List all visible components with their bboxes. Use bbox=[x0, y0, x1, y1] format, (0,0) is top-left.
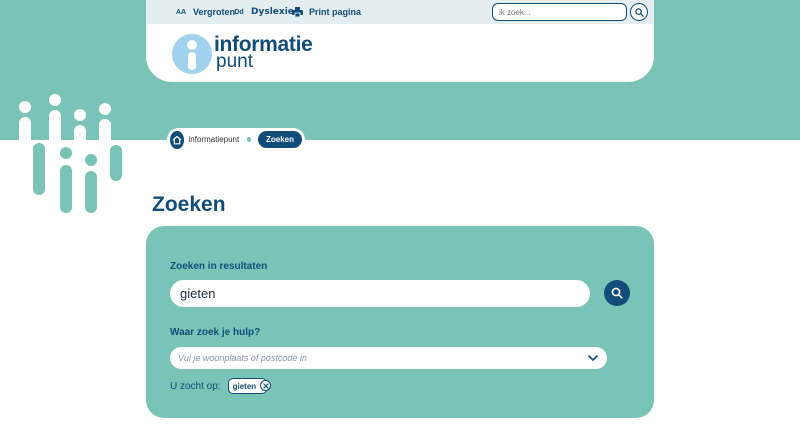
logo-i-dot bbox=[187, 40, 197, 50]
text-size-icon: AA bbox=[175, 8, 187, 16]
enlarge-label: Vergroten bbox=[193, 7, 236, 17]
deco-dot bbox=[85, 154, 97, 166]
print-label: Print pagina bbox=[309, 7, 362, 17]
accessibility-toolbar: AA Vergroten Dd Dyslexie Print pagina bbox=[146, 0, 654, 24]
location-placeholder: Vul je woonplaats of postcode in bbox=[178, 353, 307, 363]
deco-dot bbox=[99, 103, 111, 115]
deco-bar bbox=[110, 145, 122, 181]
dyslexia-label: Dyslexie bbox=[251, 7, 294, 17]
breadcrumb-home-button[interactable] bbox=[170, 130, 184, 149]
home-icon bbox=[172, 135, 182, 144]
search-panel: Zoeken in resultaten Waar zoek je hulp? … bbox=[146, 226, 654, 418]
deco-bar bbox=[74, 125, 86, 155]
breadcrumb-link-home[interactable]: informatiepunt bbox=[189, 135, 240, 144]
logo-mark bbox=[172, 34, 212, 74]
location-select[interactable]: Vul je woonplaats of postcode in bbox=[170, 347, 607, 369]
print-button[interactable]: Print pagina bbox=[290, 4, 361, 20]
logo-i-bar bbox=[188, 52, 196, 70]
search-icon bbox=[611, 287, 623, 299]
deco-dot bbox=[74, 109, 86, 121]
remove-chip-button[interactable] bbox=[260, 380, 272, 391]
breadcrumb-separator bbox=[247, 137, 251, 142]
printer-icon bbox=[290, 5, 304, 19]
page-title: Zoeken bbox=[152, 193, 226, 216]
deco-bar bbox=[49, 110, 61, 148]
logo-text-punt: punt bbox=[216, 51, 253, 72]
deco-dot bbox=[49, 94, 61, 106]
deco-dot bbox=[60, 147, 72, 159]
deco-dot bbox=[33, 125, 45, 137]
site-search-input[interactable] bbox=[492, 3, 627, 21]
dyslexia-icon: Dd bbox=[234, 8, 244, 16]
location-label: Waar zoek je hulp? bbox=[170, 327, 261, 338]
search-term-chip[interactable]: gieten bbox=[227, 378, 272, 394]
site-search-button[interactable] bbox=[630, 3, 648, 21]
site-header: AA Vergroten Dd Dyslexie Print pagina in… bbox=[146, 0, 654, 82]
deco-bar bbox=[85, 171, 97, 213]
active-search-filters: U zocht op: gieten bbox=[170, 378, 272, 394]
search-results-input[interactable] bbox=[170, 280, 590, 307]
close-icon bbox=[263, 382, 269, 389]
deco-bar bbox=[60, 165, 72, 213]
enlarge-button[interactable]: AA Vergroten bbox=[174, 4, 235, 20]
search-term-chip-label: gieten bbox=[232, 381, 257, 391]
you-searched-label: U zocht op: bbox=[170, 380, 221, 392]
deco-bar bbox=[33, 143, 45, 195]
decorative-figures bbox=[19, 94, 122, 213]
dyslexia-button[interactable]: Dd Dyslexie bbox=[232, 4, 294, 20]
chevron-down-icon bbox=[588, 355, 598, 361]
breadcrumb-current: Zoeken bbox=[257, 131, 302, 148]
search-submit-button[interactable] bbox=[604, 280, 630, 306]
deco-bar bbox=[99, 119, 111, 145]
search-results-label: Zoeken in resultaten bbox=[170, 261, 268, 272]
search-icon bbox=[634, 7, 644, 17]
deco-bar bbox=[19, 117, 31, 159]
breadcrumb: informatiepunt Zoeken bbox=[167, 128, 305, 151]
deco-dot bbox=[19, 101, 31, 113]
